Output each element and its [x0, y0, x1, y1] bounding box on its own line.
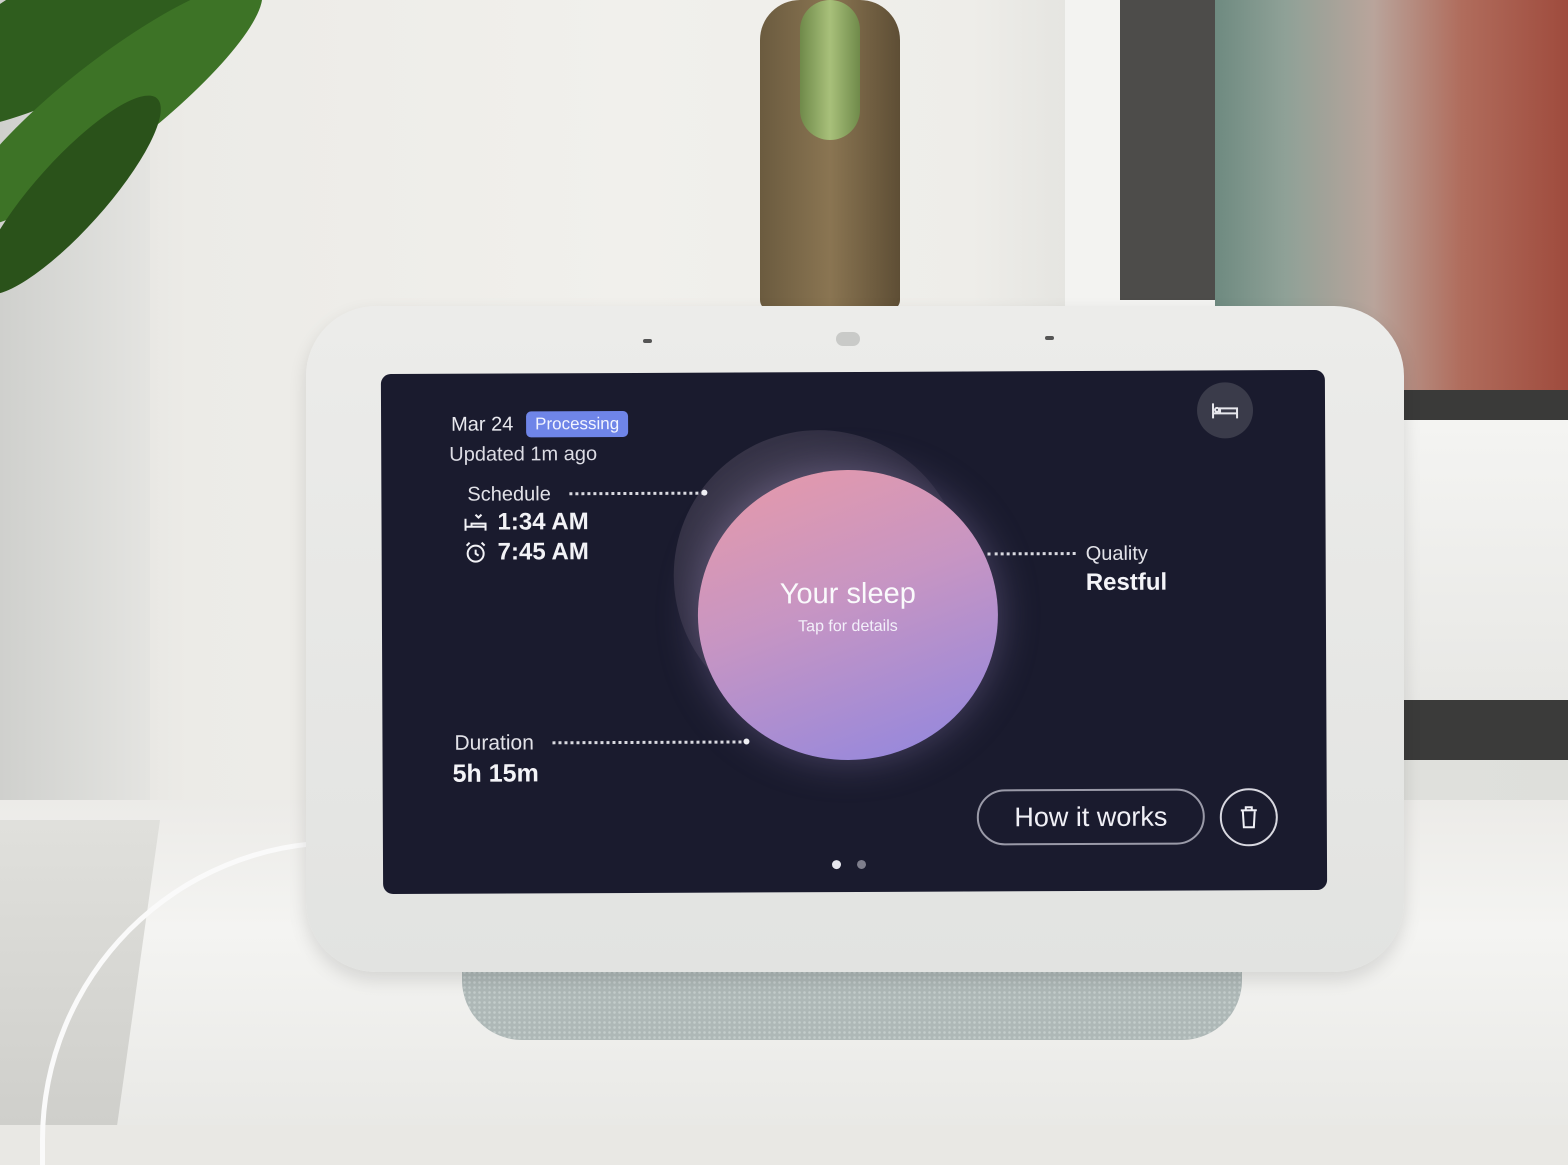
- duration-value: 5h 15m: [452, 759, 539, 788]
- bed-mode-button[interactable]: [1196, 382, 1254, 439]
- bedtime-value: 1:34 AM: [497, 508, 589, 536]
- schedule-connector-end: [701, 489, 708, 496]
- sleep-summary-screen: Mar 24 Processing Updated 1m ago Your sl…: [380, 369, 1328, 895]
- sleep-date: Mar 24: [451, 413, 514, 436]
- schedule-connector: [569, 491, 705, 496]
- microphone: [1045, 336, 1054, 340]
- window-mullion: [1120, 0, 1230, 300]
- alarm-clock-icon: [465, 541, 486, 563]
- wake-time-row: 7:45 AM: [464, 538, 589, 567]
- orb-title[interactable]: Your sleep: [698, 577, 998, 611]
- page-indicator[interactable]: [856, 859, 867, 869]
- how-it-works-button[interactable]: How it works: [976, 788, 1205, 846]
- screen-content: Mar 24 Processing Updated 1m ago Your sl…: [381, 370, 1327, 894]
- schedule-label: Schedule: [467, 483, 551, 506]
- duration-connector: [552, 740, 748, 745]
- bedtime-row: 1:34 AM: [463, 508, 589, 537]
- microphone: [643, 339, 652, 343]
- quality-connector: [987, 552, 1076, 556]
- trash-icon: [1240, 806, 1257, 829]
- sleep-orb[interactable]: [697, 469, 999, 761]
- plant-stem: [800, 0, 860, 140]
- orb-subtitle[interactable]: Tap for details: [698, 617, 998, 636]
- quality-value: Restful: [1085, 568, 1168, 596]
- updated-time: Updated 1m ago: [449, 443, 598, 466]
- quality-label: Quality: [1085, 542, 1148, 565]
- status-badge: Processing: [526, 410, 629, 438]
- duration-label: Duration: [454, 731, 534, 755]
- duration-connector-end: [743, 738, 750, 745]
- bed-icon: [1212, 403, 1239, 419]
- bedtime-icon: [464, 513, 487, 531]
- page-indicator-active[interactable]: [831, 860, 842, 870]
- window-rail: [1390, 700, 1568, 760]
- light-sensor: [836, 332, 860, 346]
- delete-button[interactable]: [1219, 788, 1278, 847]
- wake-time-value: 7:45 AM: [497, 538, 589, 566]
